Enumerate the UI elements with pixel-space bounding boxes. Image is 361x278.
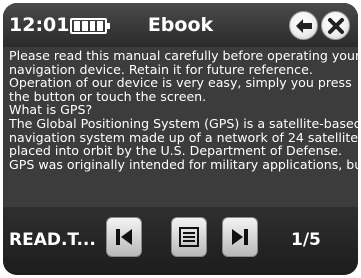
- ebook-screen: 12:01 Ebook Please read this manual care…: [3, 3, 358, 275]
- ebook-text-area[interactable]: Please read this manual carefully before…: [3, 47, 358, 207]
- status-bar: 12:01 Ebook: [3, 3, 358, 47]
- previous-page-icon: [116, 229, 132, 245]
- next-page-button[interactable]: [222, 217, 258, 257]
- contents-button[interactable]: [171, 217, 207, 257]
- back-button[interactable]: [289, 11, 318, 40]
- page-indicator: 1/5: [291, 230, 321, 250]
- text-line: Operation of our device is very easy, si…: [9, 75, 352, 91]
- text-line: navigation system made up of a network o…: [9, 129, 358, 145]
- navigation-bar: READ.T... 1/5: [3, 207, 358, 275]
- close-button[interactable]: [321, 11, 350, 40]
- close-icon: [327, 17, 344, 34]
- text-line: the button or touch the screen.: [9, 88, 207, 104]
- text-line: placed into orbit by the U.S. Department…: [9, 143, 342, 159]
- next-page-icon: [232, 229, 248, 245]
- previous-page-button[interactable]: [106, 217, 142, 257]
- text-line: What is GPS?: [9, 102, 93, 118]
- text-line: Please read this manual carefully before…: [9, 48, 358, 63]
- text-line: navigation device. Retain it for future …: [9, 61, 313, 77]
- back-arrow-icon: [295, 18, 312, 33]
- text-line: GPS was originally intended for military…: [9, 156, 358, 172]
- text-line: The Global Positioning System (GPS) is a…: [9, 115, 358, 131]
- document-name: READ.T...: [9, 230, 96, 250]
- list-icon: [179, 227, 199, 247]
